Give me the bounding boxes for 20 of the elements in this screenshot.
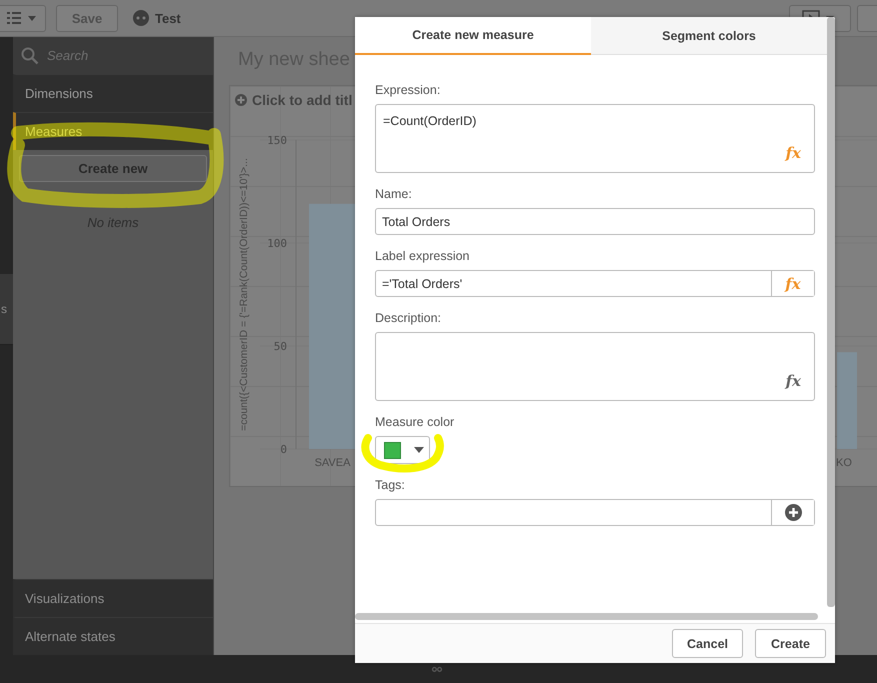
panel-section[interactable]: Alternate states — [13, 617, 213, 655]
expression-field[interactable]: =Count(OrderID) fx — [375, 104, 815, 173]
dialog-tab[interactable]: Segment colors — [591, 17, 827, 55]
strip-label: s — [1, 302, 7, 316]
label-expression-field[interactable]: ='Total Orders' fx — [375, 270, 815, 297]
field-label: Label expression — [375, 249, 470, 265]
function-icon[interactable]: fx — [786, 372, 801, 390]
field-label: Description: — [375, 311, 441, 327]
panel-section[interactable]: Visualizations — [13, 579, 213, 617]
app-title: Test — [155, 10, 181, 26]
dialog-button[interactable]: Create — [755, 629, 826, 658]
expression-field[interactable]: fx — [375, 332, 815, 401]
field-label: Tags: — [375, 478, 405, 494]
field-label: Expression: — [375, 83, 440, 99]
name-field[interactable]: Total Orders — [375, 208, 815, 235]
field-label: Name: — [375, 187, 412, 203]
field-label: Measure color — [375, 415, 454, 431]
dialog-tab[interactable]: Create new measure — [355, 17, 591, 55]
dialog-button[interactable]: Cancel — [672, 629, 743, 658]
panel-section[interactable]: Dimensions — [13, 74, 213, 112]
